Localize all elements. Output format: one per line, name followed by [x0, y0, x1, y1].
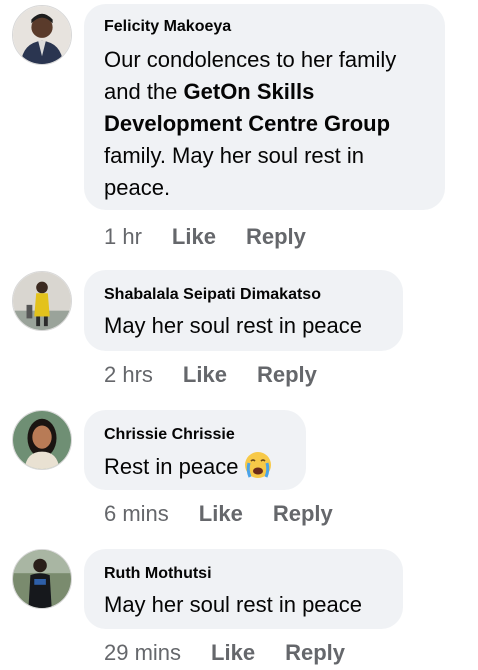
- comment-text: Our condolences to her family and the Ge…: [104, 47, 397, 200]
- comment-time[interactable]: 6 mins: [104, 501, 169, 527]
- comment-author[interactable]: Shabalala Seipati Dimakatso: [104, 284, 385, 306]
- avatar[interactable]: [12, 5, 72, 65]
- like-button[interactable]: Like: [211, 640, 255, 666]
- comment-time[interactable]: 29 mins: [104, 640, 181, 666]
- avatar-image-shabalala: [13, 272, 71, 330]
- comment-actions: 1 hr Like Reply: [104, 224, 336, 250]
- comment-text: May her soul rest in peace: [104, 313, 363, 338]
- reply-button[interactable]: Reply: [285, 640, 345, 666]
- comment-bubble: Shabalala Seipati Dimakatso May her soul…: [84, 270, 403, 351]
- reply-button[interactable]: Reply: [257, 362, 317, 388]
- comment-time[interactable]: 2 hrs: [104, 362, 153, 388]
- comment-text: May her soul rest in peace: [104, 592, 363, 617]
- avatar[interactable]: [12, 271, 72, 331]
- comment-author[interactable]: Chrissie Chrissie: [104, 424, 288, 446]
- reply-button[interactable]: Reply: [246, 224, 306, 250]
- avatar-image-chrissie: [13, 411, 71, 469]
- crying-face-emoji-icon: [244, 452, 271, 478]
- avatar[interactable]: [12, 410, 72, 470]
- avatar-image-felicity: [13, 6, 71, 64]
- comment-actions: 6 mins Like Reply: [104, 501, 363, 527]
- comment-bubble: Chrissie Chrissie Rest in peace: [84, 410, 306, 490]
- comment-actions: 2 hrs Like Reply: [104, 362, 347, 388]
- like-button[interactable]: Like: [199, 501, 243, 527]
- like-button[interactable]: Like: [172, 224, 216, 250]
- comment-author[interactable]: Felicity Makoeya: [104, 16, 427, 38]
- avatar[interactable]: [12, 549, 72, 609]
- avatar-image-ruth: [13, 550, 71, 608]
- comment-actions: 29 mins Like Reply: [104, 640, 375, 666]
- like-button[interactable]: Like: [183, 362, 227, 388]
- comment-time[interactable]: 1 hr: [104, 224, 142, 250]
- reply-button[interactable]: Reply: [273, 501, 333, 527]
- comment-bubble: Ruth Mothutsi May her soul rest in peace: [84, 549, 403, 629]
- comment-author[interactable]: Ruth Mothutsi: [104, 563, 385, 585]
- comment-text: Rest in peace: [104, 450, 288, 483]
- comment-bubble: Felicity Makoeya Our condolences to her …: [84, 4, 445, 210]
